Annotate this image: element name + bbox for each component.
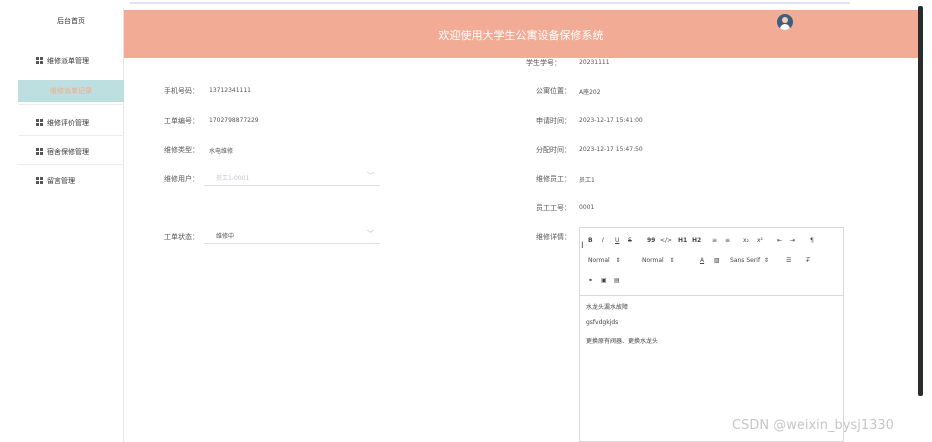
editor-content[interactable]: 水龙头漏水故障 gsfvdgkjds 更换原有阀器、更换水龙头 xyxy=(586,302,658,353)
grid-icon xyxy=(36,148,44,156)
page-scrollbar[interactable] xyxy=(918,6,923,396)
sidebar-item-label: 宿舍保修管理 xyxy=(47,148,89,156)
chevron-down-icon: ﹀ xyxy=(367,230,374,238)
divider xyxy=(18,135,124,136)
sidebar-item-repair-review[interactable]: 维修评价管理 xyxy=(18,112,124,134)
font-family-select[interactable]: Sans Serif ⇕ xyxy=(730,257,769,264)
staff-no-label: 员工工号： xyxy=(536,204,571,212)
order-no-label: 工单编号： xyxy=(164,117,199,125)
top-border xyxy=(130,2,850,4)
repair-user-value: 员工1-0001 xyxy=(216,175,250,182)
subscript-button[interactable]: x₂ xyxy=(743,237,749,244)
bullet-list-button[interactable]: ≡ xyxy=(725,237,730,244)
repair-user-label: 维修用户： xyxy=(164,175,199,183)
header-select[interactable]: Normal ⇕ xyxy=(642,257,674,264)
repair-staff-value: 员工1 xyxy=(579,177,595,184)
strike-button[interactable]: S xyxy=(628,237,632,244)
repair-staff-label: 维修员工： xyxy=(536,175,571,183)
sidebar-item-label: 留言管理 xyxy=(47,177,75,185)
header-select-value: Normal xyxy=(642,257,664,264)
editor-line: 更换原有阀器、更换水龙头 xyxy=(586,338,659,345)
image-icon[interactable]: ▣ xyxy=(601,277,607,284)
h1-button[interactable]: H1 xyxy=(678,237,687,244)
page: 后台首页 维修派单管理 维修派单记录 维修评价管理 宿舍保修管理 留言管理 欢迎… xyxy=(0,0,932,442)
link-icon[interactable]: ⚭ xyxy=(588,277,593,284)
clear-format-icon[interactable]: T̶ xyxy=(806,257,810,264)
rich-text-editor[interactable]: B I U S 99 </> H1 H2 ≡ ≡ x₂ x² ⇤ ⇥ ¶ Nor… xyxy=(579,227,844,442)
apply-time-value: 2023-12-17 15:41:00 xyxy=(579,117,643,124)
size-select[interactable]: Normal ⇕ xyxy=(588,257,620,264)
sidebar: 后台首页 维修派单管理 维修派单记录 维修评价管理 宿舍保修管理 留言管理 xyxy=(18,8,124,442)
superscript-button[interactable]: x² xyxy=(757,237,763,244)
sidebar-item-dorm-repair[interactable]: 宿舍保修管理 xyxy=(18,141,124,163)
sidebar-home[interactable]: 后台首页 xyxy=(18,16,124,26)
phone-value: 13712341111 xyxy=(209,87,251,94)
ordered-list-button[interactable]: ≡ xyxy=(712,237,717,244)
editor-line: 水龙头漏水故障 xyxy=(586,304,629,311)
sidebar-item-repair-dispatch[interactable]: 维修派单管理 xyxy=(18,50,124,72)
staff-no-value: 0001 xyxy=(579,204,595,211)
font-color-icon[interactable]: A xyxy=(700,257,704,264)
student-id-value: 20231111 xyxy=(579,59,610,66)
repair-record-form: 学生学号： 20231111 手机号码： 13712341111 公寓位置： A… xyxy=(124,58,918,442)
watermark: CSDN @weixin_bysj1330 xyxy=(732,418,894,433)
grid-icon xyxy=(36,177,44,185)
indent-button[interactable]: ⇥ xyxy=(790,237,795,244)
repair-type-label: 维修类型： xyxy=(164,146,199,154)
apply-time-label: 申请时间： xyxy=(536,117,571,125)
order-no-value: 1702798877229 xyxy=(209,117,259,124)
status-select[interactable]: 维修中 ﹀ xyxy=(204,226,380,244)
details-label: 维修详情： xyxy=(536,233,571,241)
editor-line: gsfvdgkjds xyxy=(586,319,619,326)
student-id-label: 学生学号： xyxy=(526,59,561,67)
font-family-value: Sans Serif xyxy=(730,257,761,264)
sidebar-item-repair-records[interactable]: 维修派单记录 xyxy=(18,80,124,102)
outdent-button[interactable]: ⇤ xyxy=(777,237,782,244)
dorm-label: 公寓位置： xyxy=(536,87,571,95)
status-value: 维修中 xyxy=(216,233,235,240)
user-avatar[interactable] xyxy=(777,14,793,30)
underline-button[interactable]: U xyxy=(615,237,619,244)
dorm-value: A座202 xyxy=(579,89,601,96)
background-color-icon[interactable]: ▨ xyxy=(714,257,720,264)
chevron-down-icon: ﹀ xyxy=(367,172,374,180)
size-select-value: Normal xyxy=(588,257,610,264)
repair-type-value: 水电维修 xyxy=(209,148,234,155)
code-block-button[interactable]: </> xyxy=(660,237,672,244)
editor-toolbar: B I U S 99 </> H1 H2 ≡ ≡ x₂ x² ⇤ ⇥ ¶ Nor… xyxy=(580,228,843,296)
divider xyxy=(18,164,124,165)
phone-label: 手机号码： xyxy=(164,87,199,95)
italic-button[interactable]: I xyxy=(602,237,604,244)
sidebar-item-label: 维修派单管理 xyxy=(47,57,89,65)
header-bar: 欢迎使用大学生公寓设备保修系统 xyxy=(124,10,918,58)
grid-icon xyxy=(36,119,44,127)
h2-button[interactable]: H2 xyxy=(692,237,701,244)
align-icon[interactable]: ☰ xyxy=(786,257,791,264)
repair-user-select: 员工1-0001 ﹀ xyxy=(204,168,380,186)
sidebar-item-label: 维修评价管理 xyxy=(47,119,89,127)
sidebar-item-messages[interactable]: 留言管理 xyxy=(18,170,124,192)
text-direction-button[interactable]: ¶ xyxy=(810,237,814,244)
page-title: 欢迎使用大学生公寓设备保修系统 xyxy=(438,29,604,42)
blockquote-button[interactable]: 99 xyxy=(647,237,655,244)
grid-icon xyxy=(36,57,44,65)
sidebar-item-label: 维修派单记录 xyxy=(50,87,92,95)
text-cursor-icon: I xyxy=(581,241,584,251)
bold-button[interactable]: B xyxy=(588,237,593,244)
assign-time-value: 2023-12-17 15:47:50 xyxy=(579,146,643,153)
assign-time-label: 分配时间： xyxy=(536,146,571,154)
video-icon[interactable]: ▤ xyxy=(614,277,620,284)
status-label: 工单状态： xyxy=(164,233,199,241)
divider xyxy=(18,104,124,105)
